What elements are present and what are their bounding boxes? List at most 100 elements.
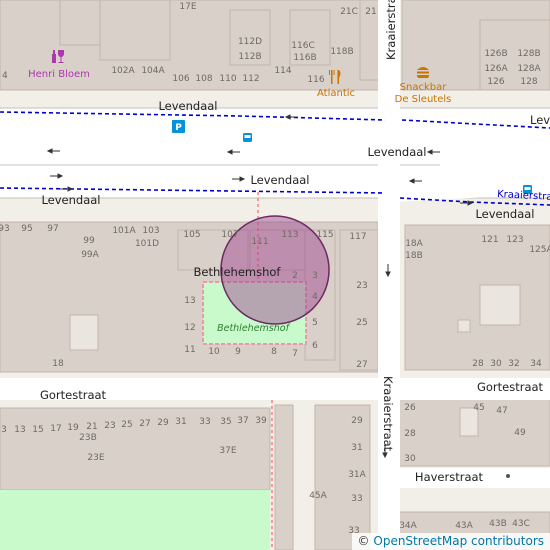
house-number: 33 — [351, 494, 362, 504]
house-number: 31 — [351, 443, 362, 453]
house-number: 102A — [111, 66, 135, 76]
house-number: 126 — [487, 77, 504, 87]
house-number: 117 — [349, 232, 366, 242]
poi-label-henri-bloem[interactable]: Henri Bloem — [28, 69, 90, 80]
house-number: 126A — [484, 64, 508, 74]
house-number: 128A — [517, 64, 541, 74]
house-number: 123 — [506, 235, 523, 245]
house-number: 11 — [184, 345, 195, 355]
house-number: 128B — [517, 49, 540, 59]
house-number: 10 — [208, 347, 220, 357]
park-label-bethlehemshof: Bethlehemshof — [217, 323, 290, 334]
house-number: 103 — [142, 226, 159, 236]
house-number: 23E — [87, 453, 104, 463]
poi-label-snackbar[interactable]: Snackbar — [400, 82, 448, 93]
building-block-middle-right — [404, 224, 550, 371]
house-number: 47 — [496, 406, 507, 416]
house-number: 108 — [195, 74, 212, 84]
house-number: 128 — [520, 77, 537, 87]
street-label-gortestraat: Gortestraat — [40, 388, 107, 402]
house-number: 31 — [175, 417, 186, 427]
house-number: 112B — [238, 52, 261, 62]
house-number: 4 — [2, 71, 8, 81]
house-number: 18 — [52, 359, 64, 369]
house-number: 35 — [220, 417, 231, 427]
street-label-levendaal: Levendaal — [250, 173, 309, 187]
house-number: 25 — [121, 420, 132, 430]
map-canvas[interactable]: P Henri Bloem Atlantic Snackbar De Sleut… — [0, 0, 550, 550]
house-number: 17 — [50, 424, 61, 434]
house-number: 31A — [348, 470, 366, 480]
house-number: 105 — [183, 230, 200, 240]
house-number: 99 — [83, 236, 95, 246]
house-number: 18A — [405, 239, 423, 249]
bicycle-parking-icon[interactable]: P — [172, 120, 185, 133]
house-number: 23 — [104, 421, 115, 431]
street-label-levendaal: Leve — [530, 113, 550, 127]
house-number: 28 — [472, 359, 484, 369]
node-dot — [506, 474, 510, 478]
street-label-levendaal: Levendaal — [158, 99, 217, 113]
street-label-levendaal: Levendaal — [41, 193, 100, 207]
house-number: 125A — [529, 245, 550, 255]
building — [339, 229, 379, 371]
house-number: 8 — [271, 347, 277, 357]
house-number: 111 — [251, 237, 268, 247]
house-number: 43B — [489, 519, 507, 529]
poi-label-de-sleutels[interactable]: De Sleutels — [395, 94, 452, 105]
house-number: 101A — [112, 226, 136, 236]
attribution-link[interactable]: OpenStreetMap contributors — [373, 534, 544, 548]
house-number: 34 — [530, 359, 542, 369]
house-number: 118B — [330, 47, 353, 57]
house-number: 116C — [291, 41, 314, 51]
house-number: 93 — [0, 224, 10, 234]
house-number: 104A — [141, 66, 165, 76]
house-number: 43C — [512, 519, 530, 529]
house-number: 101D — [135, 239, 159, 249]
house-number: 17E — [179, 2, 196, 12]
house-number: 121 — [481, 235, 498, 245]
street-label-haverstraat: Haverstraat — [415, 470, 484, 484]
house-number: 126B — [484, 49, 507, 59]
house-number: 28 — [404, 429, 416, 439]
house-number: 23 — [356, 281, 367, 291]
house-number: 45A — [309, 491, 327, 501]
house-number: 6 — [312, 341, 318, 351]
building — [59, 0, 101, 46]
fast-food-icon[interactable] — [417, 67, 429, 78]
street-label-kraaierstraat: Kraaierstraat — [384, 0, 398, 60]
bus-stop-icon[interactable] — [243, 133, 252, 142]
house-number: 21C — [340, 7, 358, 17]
house-number: 37E — [219, 446, 236, 456]
house-number: 27 — [356, 360, 367, 370]
house-number: 3 — [1, 425, 7, 435]
house-number: 21 — [365, 7, 376, 17]
poi-label-atlantic[interactable]: Atlantic — [317, 88, 355, 99]
house-number: 15 — [32, 425, 43, 435]
house-number: 116 — [307, 75, 324, 85]
house-number: 33 — [199, 417, 210, 427]
house-number: 34A — [399, 521, 417, 531]
house-number: 2 — [292, 271, 298, 281]
copyright-symbol: © — [357, 534, 370, 548]
house-number: 19 — [67, 423, 79, 433]
house-number: 110 — [219, 74, 236, 84]
house-number: 45 — [473, 403, 484, 413]
street-label-levendaal: Levendaal — [475, 207, 534, 221]
house-number: 9 — [235, 347, 241, 357]
lower-left-park[interactable] — [0, 490, 270, 550]
house-number: 7 — [292, 349, 298, 359]
house-number: 107 — [221, 230, 238, 240]
house-number: 113 — [281, 230, 298, 240]
house-number: 32 — [508, 359, 519, 369]
house-number: 5 — [312, 318, 318, 328]
building — [274, 404, 294, 550]
house-number: 13 — [14, 425, 25, 435]
house-number: 37 — [237, 416, 248, 426]
attribution: © OpenStreetMap contributors — [351, 533, 550, 550]
house-number: 27 — [139, 419, 150, 429]
house-number: 114 — [274, 66, 291, 76]
street-label-levendaal: Levendaal — [367, 145, 426, 159]
house-number: 30 — [404, 454, 416, 464]
house-number: 43A — [455, 521, 473, 531]
